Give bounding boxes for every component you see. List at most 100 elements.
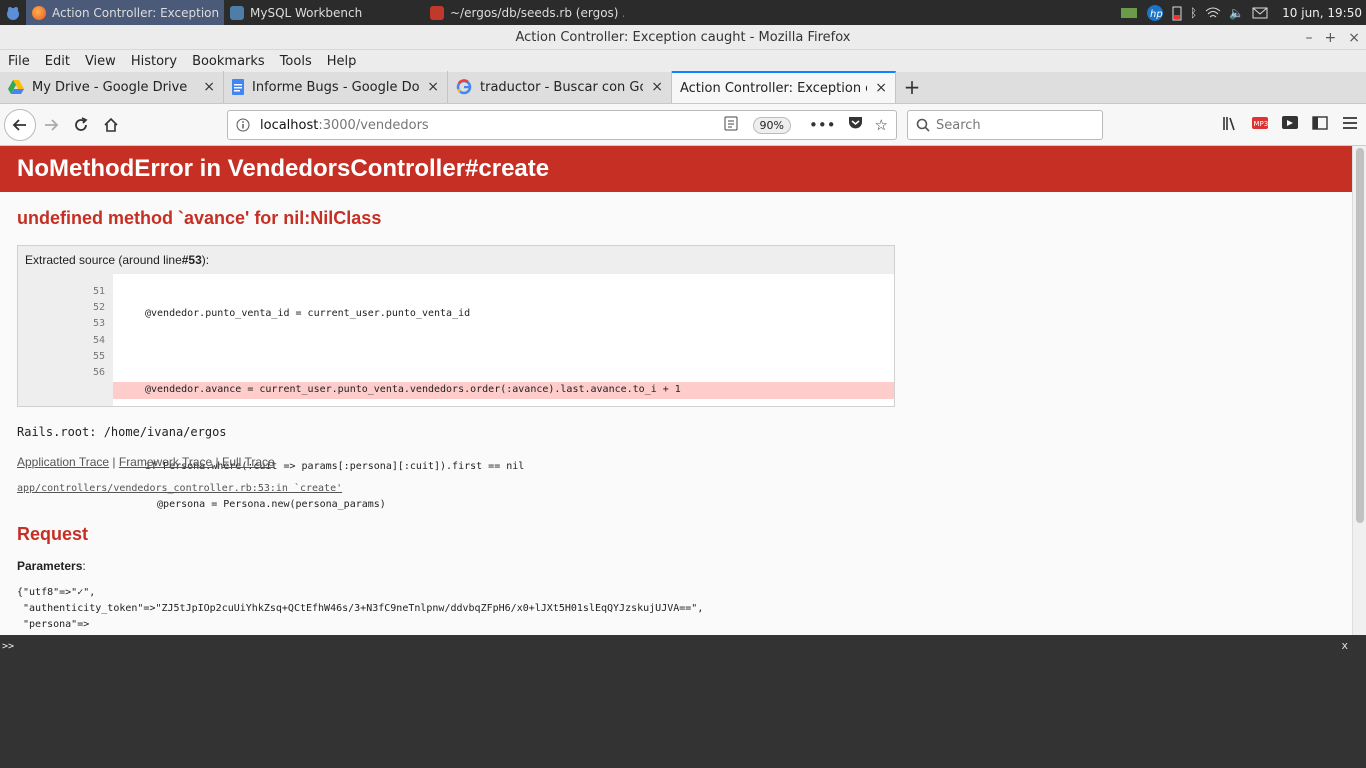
new-tab-button[interactable]: + — [896, 71, 928, 103]
url-text[interactable]: localhost:3000/vendedors — [260, 118, 429, 133]
wifi-icon[interactable] — [1205, 7, 1221, 19]
page-scrollbar[interactable] — [1352, 146, 1366, 635]
mp3-extension-icon[interactable]: MP3 — [1252, 116, 1268, 134]
page-actions-icon[interactable]: ••• — [809, 116, 836, 134]
line-number: 51 — [92, 286, 105, 297]
task-firefox[interactable]: Action Controller: Exception ... — [26, 0, 224, 25]
text-editor-icon — [430, 5, 444, 20]
source-label-suffix: ): — [201, 253, 210, 267]
tab-action-controller[interactable]: Action Controller: Exception caught × — [672, 71, 896, 103]
hp-printer-icon[interactable]: hp — [1146, 4, 1164, 22]
search-placeholder: Search — [936, 117, 981, 133]
sidebar-icon[interactable] — [1312, 116, 1328, 134]
menu-view[interactable]: View — [85, 54, 116, 69]
tab-strip: My Drive - Google Drive × Informe Bugs -… — [0, 71, 1366, 104]
google-docs-icon — [232, 79, 244, 95]
menu-bookmarks[interactable]: Bookmarks — [192, 54, 265, 69]
mysql-workbench-icon — [230, 5, 244, 20]
forward-button[interactable] — [36, 110, 66, 140]
window-controls: – + × — [1306, 25, 1360, 50]
reader-view-icon[interactable] — [724, 116, 738, 135]
line-number: 52 — [92, 302, 105, 314]
close-window-button[interactable]: × — [1348, 30, 1360, 46]
web-console[interactable]: >> x — [0, 635, 1366, 768]
system-tray: hp ᛒ 🔈 10 jun, 19:50 — [1120, 4, 1366, 22]
code-block: @vendedor.punto_venta_id = current_user.… — [113, 274, 894, 510]
url-bar[interactable]: localhost:3000/vendedors 90% ••• ☆ — [227, 110, 897, 140]
url-host: localhost — [260, 117, 319, 133]
minimize-button[interactable]: – — [1306, 30, 1313, 46]
tab-label: Informe Bugs - Google Docs — [252, 79, 420, 95]
url-bar-actions: ••• ☆ — [809, 116, 888, 134]
reload-button[interactable] — [66, 110, 96, 140]
svg-text:hp: hp — [1150, 9, 1163, 20]
full-trace-link[interactable]: Full Trace — [222, 455, 275, 469]
scrollbar-thumb[interactable] — [1356, 148, 1364, 523]
google-icon — [456, 79, 472, 95]
home-icon — [104, 117, 118, 132]
menu-tools[interactable]: Tools — [280, 54, 312, 69]
search-bar[interactable]: Search — [907, 110, 1103, 140]
line-number: 55 — [92, 350, 105, 362]
source-body: 51 52 53 54 55 56 @vendedor.punto_venta_… — [18, 274, 894, 510]
info-icon[interactable] — [236, 118, 250, 132]
error-header: NoMethodError in VendedorsController#cre… — [0, 146, 1352, 192]
parameters-dump: {"utf8"=>"✓", "authenticity_token"=>"ZJ5… — [17, 587, 704, 630]
tab-label: My Drive - Google Drive — [32, 79, 188, 95]
console-prompt[interactable]: >> — [2, 641, 14, 652]
task-editor[interactable]: ~/ergos/db/seeds.rb (ergos) ... — [424, 0, 624, 25]
tab-close-button[interactable]: × — [875, 80, 887, 96]
arrow-left-icon — [12, 118, 26, 131]
bluetooth-icon[interactable]: ᛒ — [1190, 6, 1197, 20]
tab-google-drive[interactable]: My Drive - Google Drive × — [0, 71, 224, 103]
menu-history[interactable]: History — [131, 54, 177, 69]
home-button[interactable] — [96, 110, 126, 140]
os-taskbar: Action Controller: Exception ... MySQL W… — [0, 0, 1366, 25]
battery-icon[interactable] — [1172, 5, 1182, 21]
console-close-button[interactable]: x — [1341, 639, 1348, 652]
volume-icon[interactable]: 🔈 — [1229, 6, 1244, 20]
tab-label: traductor - Buscar con Google — [480, 79, 643, 95]
task-label: Action Controller: Exception ... — [52, 5, 224, 20]
page-content: NoMethodError in VendedorsController#cre… — [0, 146, 1352, 635]
tab-google-docs[interactable]: Informe Bugs - Google Docs × — [224, 71, 448, 103]
tab-close-button[interactable]: × — [651, 79, 663, 95]
navigation-toolbar: localhost:3000/vendedors 90% ••• ☆ Searc… — [0, 104, 1366, 146]
error-title: NoMethodError in VendedorsController#cre… — [17, 155, 550, 182]
zoom-level-button[interactable]: 90% — [752, 116, 791, 134]
trace-separator: | — [109, 455, 119, 469]
source-line-ref: #53 — [181, 253, 202, 267]
menu-bar: File Edit View History Bookmarks Tools H… — [0, 50, 1366, 72]
hamburger-menu-icon[interactable] — [1342, 116, 1358, 134]
svg-text:MP3: MP3 — [1254, 120, 1269, 128]
window-title: Action Controller: Exception caught - Mo… — [515, 29, 851, 45]
maximize-button[interactable]: + — [1325, 30, 1337, 46]
mail-icon[interactable] — [1252, 7, 1268, 19]
line-numbers: 51 52 53 54 55 56 — [18, 274, 113, 406]
menu-file[interactable]: File — [8, 54, 30, 69]
back-button[interactable] — [4, 108, 36, 141]
source-heading: Extracted source (around line #53): — [18, 246, 894, 274]
menu-help[interactable]: Help — [327, 54, 357, 69]
tab-close-button[interactable]: × — [203, 79, 215, 95]
task-label: MySQL Workbench — [250, 5, 363, 20]
line-number: 53 — [92, 318, 105, 330]
app-menu-launcher[interactable] — [0, 0, 26, 25]
media-extension-icon[interactable] — [1282, 116, 1298, 134]
source-label-prefix: Extracted source (around line — [25, 253, 182, 267]
task-mysql-workbench[interactable]: MySQL Workbench — [224, 0, 424, 25]
tab-google-search[interactable]: traductor - Buscar con Google × — [448, 71, 672, 103]
error-message: undefined method `avance' for nil:NilCla… — [17, 208, 382, 228]
framework-trace-link[interactable]: Framework Trace — [119, 455, 212, 469]
library-icon[interactable] — [1222, 116, 1238, 135]
url-path: :3000/vendedors — [318, 117, 429, 133]
pocket-icon[interactable] — [848, 116, 863, 134]
tab-close-button[interactable]: × — [427, 79, 439, 95]
menu-edit[interactable]: Edit — [45, 54, 70, 69]
clock[interactable]: 10 jun, 19:50 — [1282, 6, 1362, 20]
update-icon[interactable] — [1120, 6, 1138, 20]
bookmark-star-icon[interactable]: ☆ — [875, 116, 888, 134]
arrow-right-icon — [45, 118, 59, 131]
application-trace-link[interactable]: Application Trace — [17, 455, 109, 469]
